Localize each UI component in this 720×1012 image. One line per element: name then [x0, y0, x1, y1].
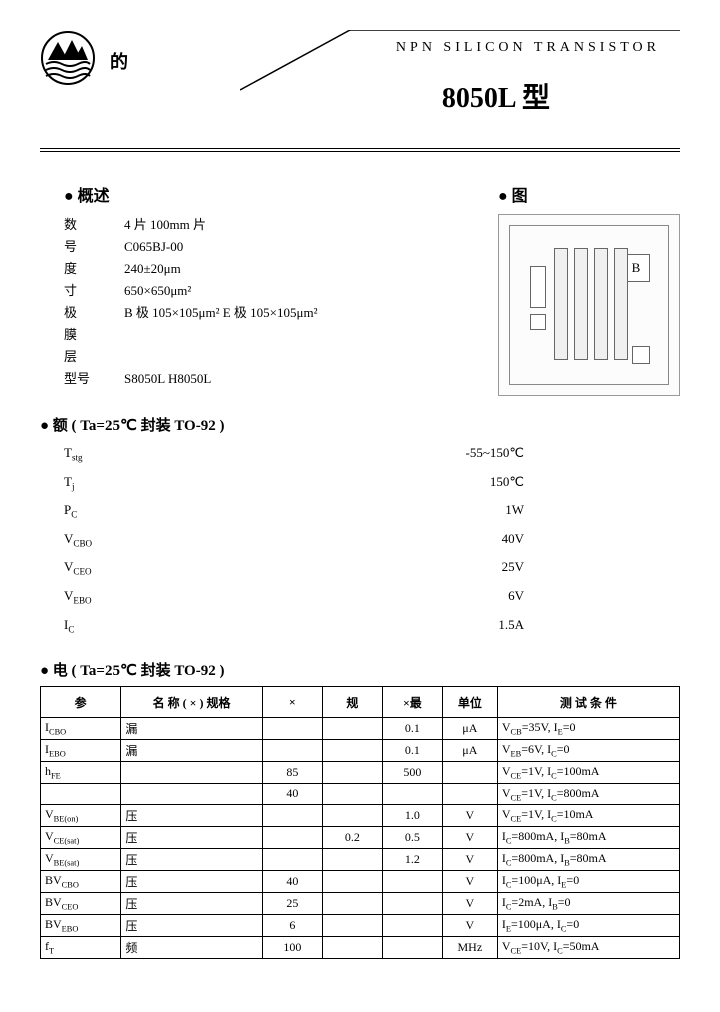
- table-row: ICBO漏0.1μAVCB=35V, IE=0: [41, 718, 680, 740]
- th-cond: 测 试 条 件: [497, 687, 679, 718]
- table-row: VCE(sat)压0.20.5VIC=800mA, IB=80mA: [41, 826, 680, 848]
- rating-row: VCBO40V: [64, 527, 680, 556]
- table-row: VBE(sat)压1.2VIC=800mA, IB=80mA: [41, 848, 680, 870]
- part-number-title: 8050L 型: [442, 76, 550, 116]
- rating-row: PC1W: [64, 498, 680, 527]
- th-param: 参: [41, 687, 121, 718]
- table-row: IEBO漏0.1μAVEB=6V, IC=0: [41, 740, 680, 762]
- brand-text: 的: [110, 48, 128, 74]
- section-die-title: ● 图: [498, 182, 680, 206]
- info-label: 膜: [64, 324, 124, 346]
- brand-logo: [40, 30, 96, 90]
- page-header: 的 NPN SILICON TRANSISTOR 8050L 型: [40, 30, 680, 152]
- info-label: 度: [64, 258, 124, 280]
- info-label: 层: [64, 346, 124, 368]
- info-row: 寸650×650μm²: [64, 280, 478, 302]
- subtitle: NPN SILICON TRANSISTOR: [396, 40, 660, 56]
- rating-row: Tj150℃: [64, 470, 680, 499]
- info-row: 极B 极 105×105μm² E 极 105×105μm²: [64, 302, 478, 324]
- info-row: 膜: [64, 324, 478, 346]
- info-row: 数4 片 100mm 片: [64, 214, 478, 236]
- table-row: BVCBO压40VIC=100μA, IE=0: [41, 870, 680, 892]
- table-row: 40VCE=1V, IC=800mA: [41, 783, 680, 804]
- th-typ: 规: [322, 687, 382, 718]
- table-row: hFE85500VCE=1V, IC=100mA: [41, 762, 680, 783]
- info-value: B 极 105×105μm² E 极 105×105μm²: [124, 305, 317, 320]
- info-value: S8050L H8050L: [124, 371, 211, 386]
- rating-row: IC1.5A: [64, 613, 680, 642]
- info-value: 240±20μm: [124, 261, 181, 276]
- info-row: 型号S8050L H8050L: [64, 368, 478, 390]
- table-row: fT频100MHzVCE=10V, IC=50mA: [41, 936, 680, 958]
- elec-heading: ● 电 ( Ta=25℃ 封装 TO-92 ): [40, 659, 680, 680]
- th-unit: 单位: [442, 687, 497, 718]
- electrical-characteristics-table: 参 名 称 ( × ) 规格 × 规 ×最 单位 测 试 条 件 ICBO漏0.…: [40, 686, 680, 959]
- th-desc: 名 称 ( × ) 规格: [121, 687, 262, 718]
- info-value: 650×650μm²: [124, 283, 191, 298]
- rating-row: VCEO25V: [64, 555, 680, 584]
- info-label: 数: [64, 214, 124, 236]
- info-value: 4 片 100mm 片: [124, 217, 206, 232]
- section-info-title: ● 概述: [64, 182, 478, 206]
- die-diagram: B: [498, 214, 680, 396]
- table-row: VBE(on)压1.0VVCE=1V, IC=10mA: [41, 804, 680, 826]
- info-row: 层: [64, 346, 478, 368]
- info-label: 极: [64, 302, 124, 324]
- info-value: C065BJ-00: [124, 239, 183, 254]
- th-max: ×最: [382, 687, 442, 718]
- section-elec-title: ● 电 ( Ta=25℃ 封装 TO-92 ): [40, 659, 224, 680]
- rating-row: Tstg Tstg 温-55~150℃: [64, 441, 680, 470]
- table-row: BVEBO压6VIE=100μA, IC=0: [41, 914, 680, 936]
- info-label: 寸: [64, 280, 124, 302]
- section-ratings-title: ● 额 ( Ta=25℃ 封装 TO-92 ): [40, 414, 224, 435]
- table-row: BVCEO压25VIC=2mA, IB=0: [41, 892, 680, 914]
- ratings-heading: ● 额 ( Ta=25℃ 封装 TO-92 ): [40, 414, 680, 435]
- mountain-logo-icon: [40, 30, 96, 86]
- info-label: 型号: [64, 368, 124, 390]
- rating-row: VEBO6V: [64, 584, 680, 613]
- info-label: 号: [64, 236, 124, 258]
- th-min: ×: [262, 687, 322, 718]
- info-row: 度240±20μm: [64, 258, 478, 280]
- info-row: 号C065BJ-00: [64, 236, 478, 258]
- ratings-block: Tstg Tstg 温-55~150℃ Tj150℃ PC1W VCBO40V …: [40, 441, 680, 641]
